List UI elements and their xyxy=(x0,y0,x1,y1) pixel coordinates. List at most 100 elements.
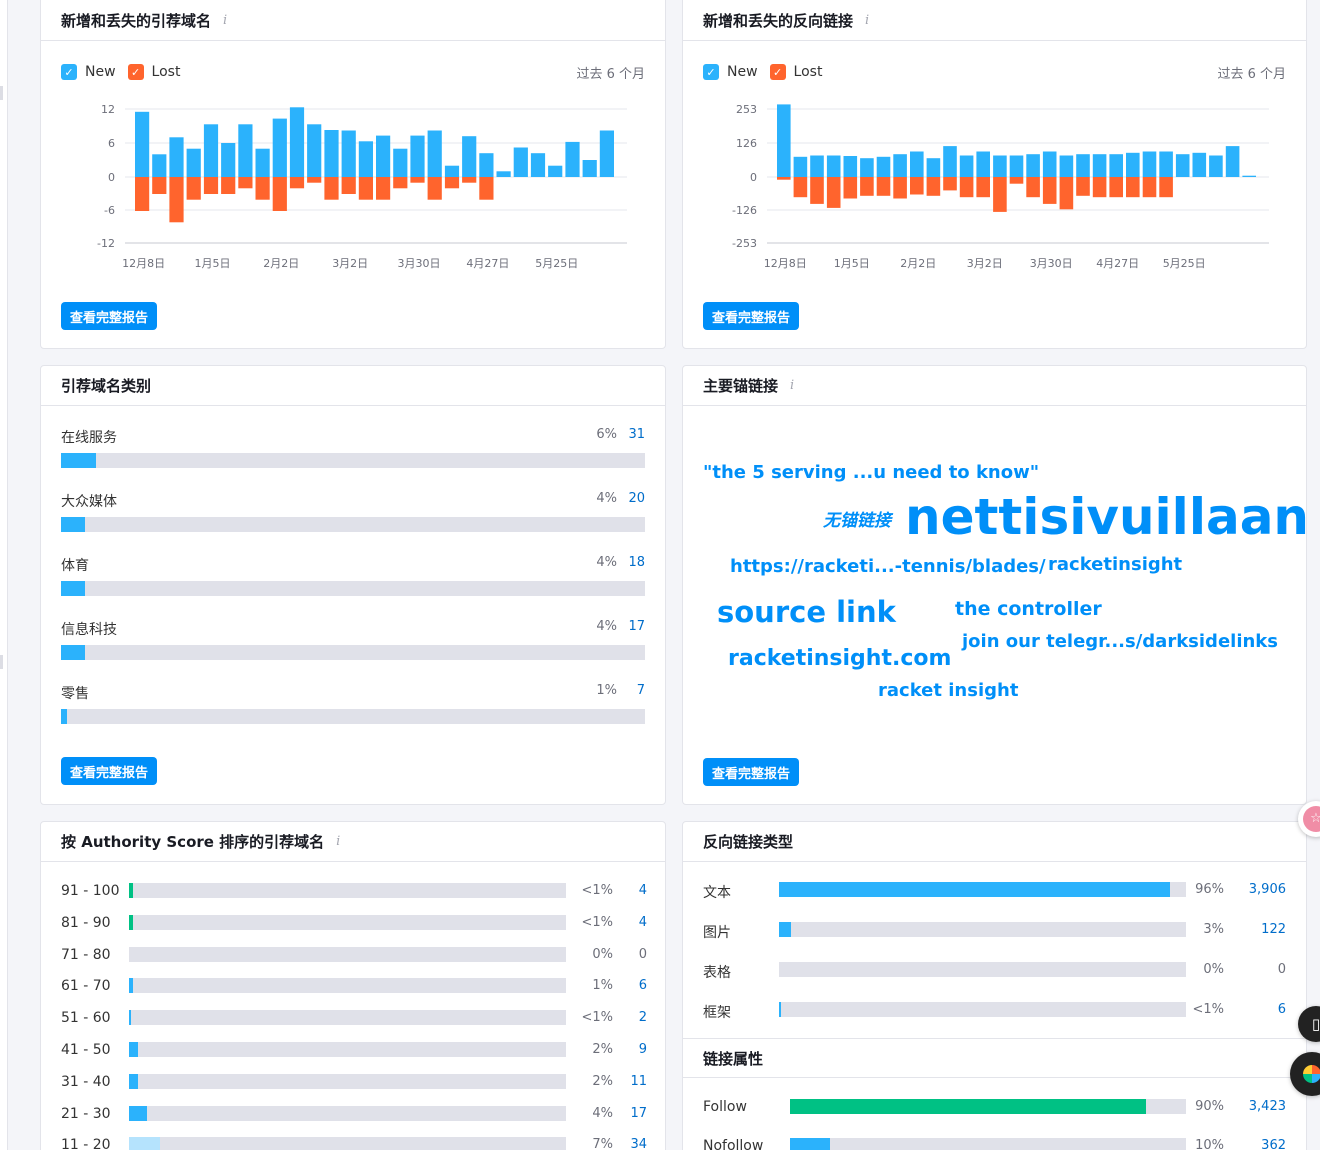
x-tick-label: 3月2日 xyxy=(967,257,1003,270)
authority-percent: 2% xyxy=(592,1073,613,1089)
authority-count-link[interactable]: 4 xyxy=(639,883,647,898)
link-attribute-bar-track xyxy=(790,1099,1186,1114)
lost-checkbox[interactable]: ✓ xyxy=(127,64,144,80)
anchor-word[interactable]: source link xyxy=(717,595,896,629)
view-full-report-button[interactable]: 查看完整报告 xyxy=(703,302,800,330)
new-bar xyxy=(1175,154,1190,177)
x-tick-label: 1月5日 xyxy=(834,257,870,270)
category-row: 大众媒体 4% 20 xyxy=(61,491,645,535)
new-bar xyxy=(993,155,1007,177)
card-header: 新增和丢失的反向链接 i xyxy=(683,1,1306,41)
legend-lost-label: Lost xyxy=(793,64,823,80)
anchor-word[interactable]: the controller xyxy=(955,598,1102,620)
lost-bar xyxy=(943,177,957,191)
new-bar xyxy=(135,111,150,177)
anchor-word[interactable]: racket insight xyxy=(878,680,1018,701)
category-percent: 4% xyxy=(596,491,617,506)
x-tick-label: 3月30日 xyxy=(398,257,441,270)
authority-row: 41 - 50 2% 9 xyxy=(61,1042,647,1058)
link-type-row: 表格 0% 0 xyxy=(703,962,1286,981)
lost-bar xyxy=(393,177,408,189)
authority-count-link[interactable]: 17 xyxy=(630,1106,647,1121)
view-full-report-button[interactable]: 查看完整报告 xyxy=(703,758,800,786)
new-bar xyxy=(1076,154,1090,177)
link-type-bar-track xyxy=(779,1002,1186,1017)
x-tick-label: 2月2日 xyxy=(263,257,299,270)
authority-range: 81 - 90 xyxy=(61,914,111,931)
card-header: 引荐域名类别 xyxy=(41,366,665,406)
category-percent: 6% xyxy=(596,427,617,442)
link-attribute-count-link[interactable]: 3,423 xyxy=(1249,1099,1286,1114)
anchor-word-cloud: "the 5 serving ...u need to know" 无锚链接 n… xyxy=(683,366,1306,766)
authority-count-link[interactable]: 34 xyxy=(630,1137,647,1150)
lost-bar xyxy=(324,177,339,200)
authority-count-link[interactable]: 4 xyxy=(639,915,647,930)
link-type-bar-track xyxy=(779,882,1186,897)
view-full-report-button[interactable]: 查看完整报告 xyxy=(61,302,158,330)
new-checkbox[interactable]: ✓ xyxy=(703,64,719,80)
link-attribute-name: Follow xyxy=(703,1099,747,1115)
link-attribute-percent: 10% xyxy=(1195,1138,1224,1150)
anchor-word[interactable]: https://racketi...-tennis/blades/ xyxy=(730,556,1046,577)
info-icon[interactable]: i xyxy=(336,834,340,849)
new-bar xyxy=(496,171,511,177)
anchor-word[interactable]: "the 5 serving ...u need to know" xyxy=(703,462,1039,483)
authority-count-link[interactable]: 11 xyxy=(630,1074,647,1089)
x-tick-label: 12月8日 xyxy=(764,257,807,270)
link-type-name: 框架 xyxy=(703,1005,731,1021)
authority-count-link[interactable]: 2 xyxy=(639,1010,647,1025)
authority-count-link[interactable]: 9 xyxy=(639,1042,647,1057)
view-full-report-button[interactable]: 查看完整报告 xyxy=(61,757,158,785)
anchor-word[interactable]: racketinsight xyxy=(1048,554,1182,575)
anchor-word[interactable]: 无锚链接 xyxy=(823,506,891,531)
new-bar xyxy=(1109,154,1123,177)
lost-checkbox[interactable]: ✓ xyxy=(769,64,786,80)
authority-bar-fill xyxy=(129,1010,131,1026)
new-checkbox[interactable]: ✓ xyxy=(61,64,77,80)
lost-bar xyxy=(444,177,460,189)
category-count-link[interactable]: 17 xyxy=(628,619,645,634)
lost-bar xyxy=(341,177,356,194)
category-name: 信息科技 xyxy=(61,622,117,638)
x-tick-label: 5月25日 xyxy=(1163,257,1206,270)
card-title: 反向链接类型 xyxy=(703,833,794,851)
new-bar xyxy=(221,143,236,177)
category-count-link[interactable]: 18 xyxy=(628,555,645,570)
lost-bar xyxy=(1076,177,1090,196)
link-type-count-link[interactable]: 122 xyxy=(1261,922,1286,937)
info-icon[interactable]: i xyxy=(865,13,869,28)
anchor-word[interactable]: racketinsight.com xyxy=(728,646,951,671)
lost-bar xyxy=(255,177,270,200)
category-row: 零售 1% 7 xyxy=(61,683,645,727)
anchor-word[interactable]: join our telegr...s/darksidelinks xyxy=(962,631,1278,652)
link-type-count-link[interactable]: 3,906 xyxy=(1249,882,1286,897)
info-icon[interactable]: i xyxy=(223,13,227,28)
authority-percent: 4% xyxy=(592,1105,613,1121)
lost-bar xyxy=(959,177,974,198)
link-types-card: 反向链接类型 文本 96% 3,906 图片 3% 122 表格 0% 0 框架 <1% 6 链接属性… xyxy=(682,821,1307,1150)
link-type-percent: 96% xyxy=(1195,882,1224,897)
authority-count-link[interactable]: 6 xyxy=(639,978,647,993)
category-count-link[interactable]: 7 xyxy=(637,683,645,698)
category-name: 在线服务 xyxy=(61,430,117,446)
lost-bar xyxy=(810,177,824,204)
new-bar xyxy=(1092,154,1107,177)
link-attribute-count-link[interactable]: 362 xyxy=(1261,1138,1286,1150)
anchor-word[interactable]: nettisivuillaan xyxy=(905,488,1306,546)
authority-row: 51 - 60 <1% 2 xyxy=(61,1010,647,1026)
category-count-link[interactable]: 20 xyxy=(628,491,645,506)
authority-bar-fill xyxy=(129,1105,147,1121)
new-bar xyxy=(777,104,791,177)
category-bar-fill xyxy=(61,453,96,468)
new-bar xyxy=(1009,155,1024,177)
section-title: 链接属性 xyxy=(703,1049,764,1068)
new-bar xyxy=(186,148,201,177)
new-bar xyxy=(324,130,339,177)
link-type-count-link[interactable]: 6 xyxy=(1278,1002,1286,1017)
new-bar xyxy=(479,153,494,177)
new-bar xyxy=(462,136,477,177)
authority-bar-track xyxy=(129,978,566,994)
link-type-count-link: 0 xyxy=(1277,962,1286,977)
category-count-link[interactable]: 31 xyxy=(628,427,645,442)
authority-range: 21 - 30 xyxy=(61,1105,111,1122)
